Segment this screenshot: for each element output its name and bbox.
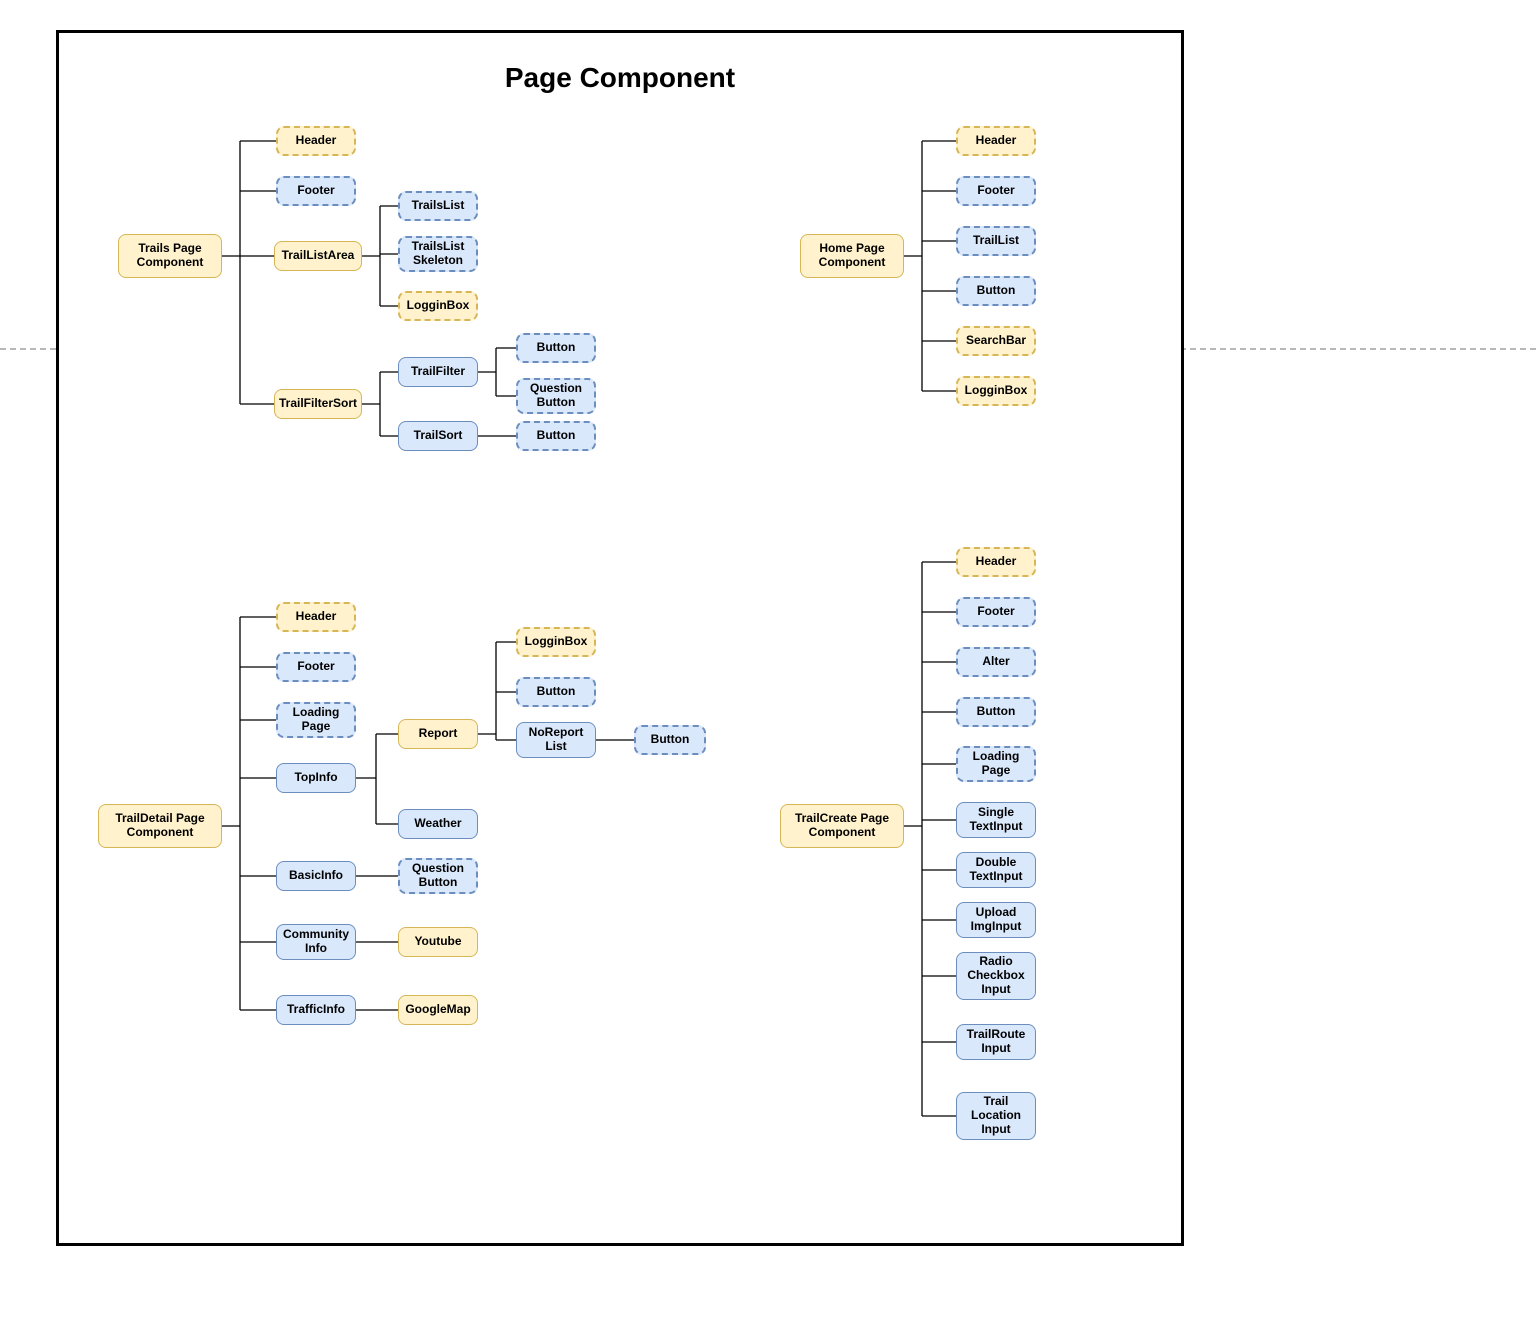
trails-list: TrailsList [398, 191, 478, 221]
trail-list-area: TrailListArea [274, 241, 362, 271]
create-header: Header [956, 547, 1036, 577]
detail-youtube: Youtube [398, 927, 478, 957]
create-alter: Alter [956, 647, 1036, 677]
detail-report-button: Button [516, 677, 596, 707]
create-footer: Footer [956, 597, 1036, 627]
home-logginbox: LogginBox [956, 376, 1036, 406]
trails-page-root: Trails Page Component [118, 234, 222, 278]
diagram-canvas: Page Component [0, 0, 1536, 1320]
detail-footer: Footer [276, 652, 356, 682]
detail-report: Report [398, 719, 478, 749]
trails-list-skeleton: TrailsList Skeleton [398, 236, 478, 272]
trail-detail-root: TrailDetail Page Component [98, 804, 222, 848]
detail-top-info: TopInfo [276, 763, 356, 793]
trailfilter-question-button: Question Button [516, 378, 596, 414]
trail-sort: TrailSort [398, 421, 478, 451]
detail-traffic-info: TrafficInfo [276, 995, 356, 1025]
trail-create-root: TrailCreate Page Component [780, 804, 904, 848]
detail-logginbox: LogginBox [516, 627, 596, 657]
detail-basic-info: BasicInfo [276, 861, 356, 891]
home-traillist: TrailList [956, 226, 1036, 256]
create-radio-checkbox-input: Radio Checkbox Input [956, 952, 1036, 1000]
detail-question-button: Question Button [398, 858, 478, 894]
home-header: Header [956, 126, 1036, 156]
trailfilter-button: Button [516, 333, 596, 363]
create-single-textinput: Single TextInput [956, 802, 1036, 838]
trails-logginbox: LogginBox [398, 291, 478, 321]
trails-footer: Footer [276, 176, 356, 206]
trailsort-button: Button [516, 421, 596, 451]
detail-loading-page: Loading Page [276, 702, 356, 738]
home-searchbar: SearchBar [956, 326, 1036, 356]
connectors-svg [0, 0, 1536, 1320]
home-button: Button [956, 276, 1036, 306]
detail-weather: Weather [398, 809, 478, 839]
detail-noreport-button: Button [634, 725, 706, 755]
trail-filter: TrailFilter [398, 357, 478, 387]
create-loading-page: Loading Page [956, 746, 1036, 782]
detail-header: Header [276, 602, 356, 632]
home-footer: Footer [956, 176, 1036, 206]
create-double-textinput: Double TextInput [956, 852, 1036, 888]
create-traillocation-input: Trail Location Input [956, 1092, 1036, 1140]
detail-googlemap: GoogleMap [398, 995, 478, 1025]
detail-community-info: Community Info [276, 924, 356, 960]
trail-filter-sort: TrailFilterSort [274, 389, 362, 419]
home-page-root: Home Page Component [800, 234, 904, 278]
create-trailroute-input: TrailRoute Input [956, 1024, 1036, 1060]
trails-header: Header [276, 126, 356, 156]
detail-noreport-list: NoReport List [516, 722, 596, 758]
create-button: Button [956, 697, 1036, 727]
create-upload-imginput: Upload ImgInput [956, 902, 1036, 938]
